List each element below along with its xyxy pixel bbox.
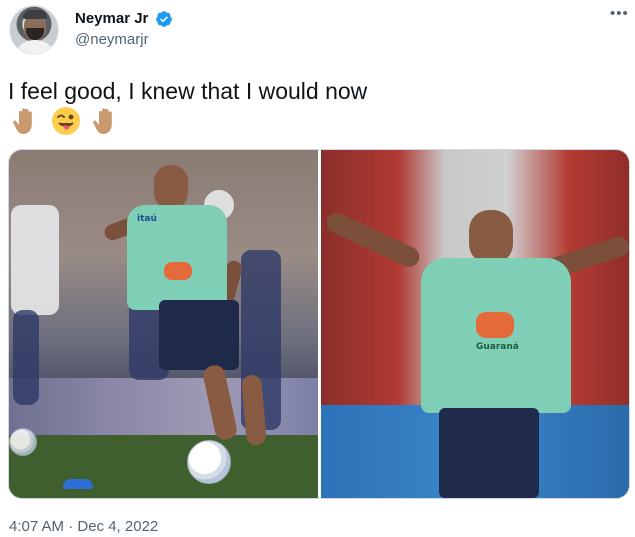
avatar[interactable] bbox=[9, 5, 59, 55]
author-name[interactable]: Neymar Jr bbox=[75, 9, 148, 29]
photo-left[interactable]: itaú bbox=[9, 150, 318, 498]
shirt-sponsor-text: Guaraná bbox=[476, 342, 519, 352]
author-handle[interactable]: @neymarjr bbox=[75, 30, 149, 50]
raised-hand-emoji bbox=[13, 108, 32, 134]
emoji-row bbox=[10, 104, 122, 138]
photo-right[interactable]: Guaraná bbox=[321, 150, 629, 498]
tweet-text: I feel good, I knew that I would now bbox=[8, 78, 368, 104]
timestamp[interactable]: 4:07 AM · Dec 4, 2022 bbox=[9, 518, 158, 536]
more-horizontal-icon[interactable]: ••• bbox=[610, 5, 629, 22]
shirt-sponsor-text: itaú bbox=[137, 214, 157, 224]
tweet-card: Neymar Jr @neymarjr ••• I feel good, I k… bbox=[0, 0, 635, 537]
winking-face-with-tongue-emoji bbox=[52, 107, 80, 135]
media-grid: itaú Guaraná bbox=[8, 149, 630, 499]
verified-badge-icon bbox=[156, 11, 172, 27]
raised-hand-emoji bbox=[93, 108, 112, 134]
